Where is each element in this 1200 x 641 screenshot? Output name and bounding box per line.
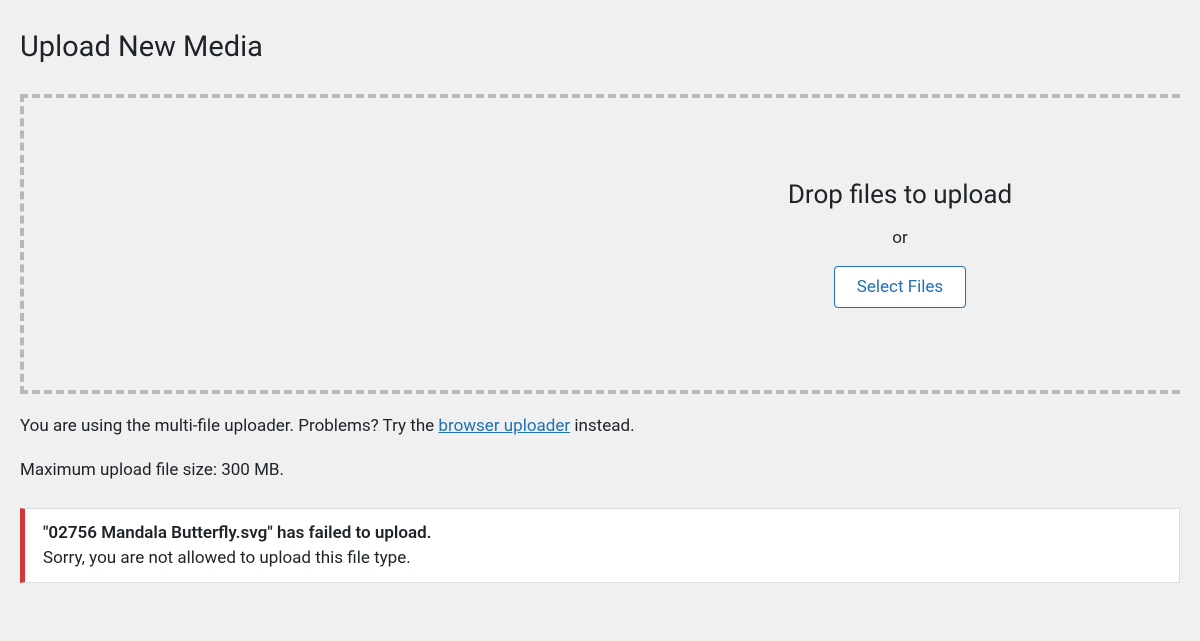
page-title: Upload New Media xyxy=(20,20,1180,64)
drop-instruction: Drop files to upload xyxy=(620,180,1180,210)
dropzone-content: Drop files to upload or Select Files xyxy=(620,180,1180,308)
uploader-info: You are using the multi-file uploader. P… xyxy=(20,416,1180,436)
or-text: or xyxy=(620,228,1180,248)
uploader-info-suffix: instead. xyxy=(570,416,634,436)
page-wrap: Upload New Media Drop files to upload or… xyxy=(0,0,1200,583)
upload-error-notice: "02756 Mandala Butterfly.svg" has failed… xyxy=(20,508,1180,583)
browser-uploader-link[interactable]: browser uploader xyxy=(438,416,570,436)
select-files-button[interactable]: Select Files xyxy=(834,266,966,308)
uploader-info-prefix: You are using the multi-file uploader. P… xyxy=(20,416,438,436)
upload-dropzone[interactable]: Drop files to upload or Select Files xyxy=(20,94,1180,394)
max-upload-size: Maximum upload file size: 300 MB. xyxy=(20,460,1180,480)
error-message: Sorry, you are not allowed to upload thi… xyxy=(43,548,1161,568)
error-title: "02756 Mandala Butterfly.svg" has failed… xyxy=(43,523,1161,543)
